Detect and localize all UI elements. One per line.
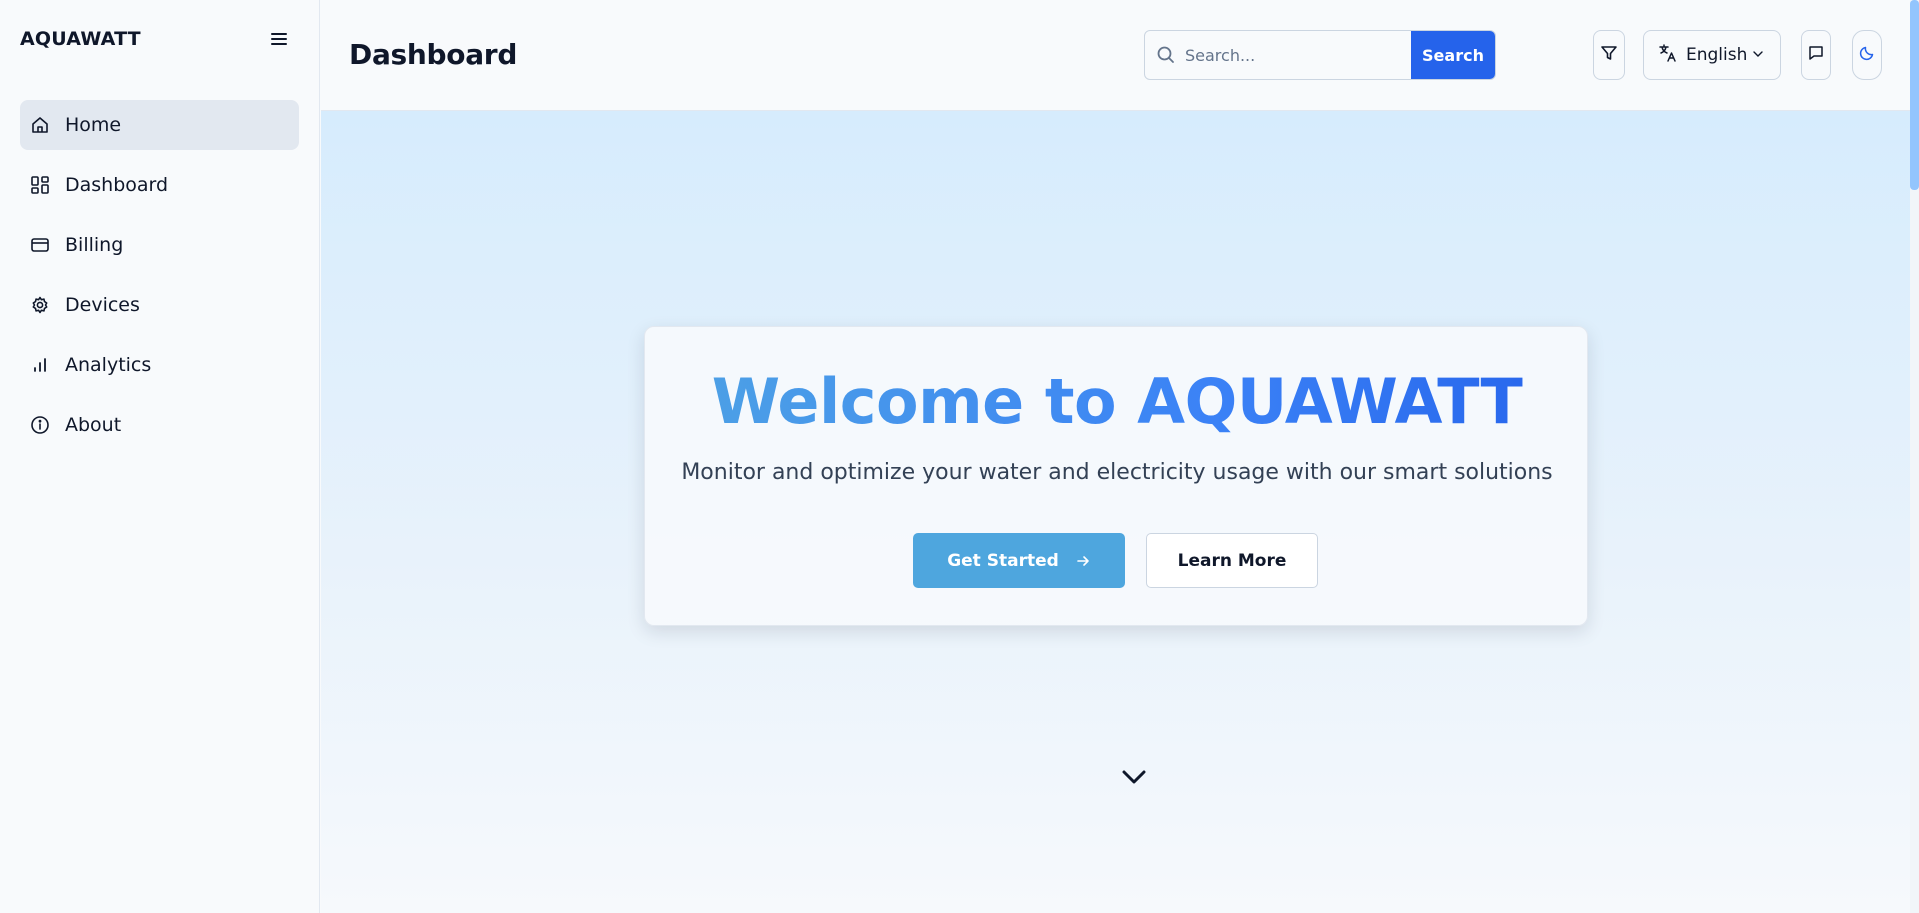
theme-toggle-button[interactable]	[1852, 30, 1882, 80]
sidebar-item-label: Dashboard	[65, 174, 169, 196]
message-icon	[1807, 44, 1825, 66]
sidebar-item-billing[interactable]: Billing	[20, 220, 299, 270]
top-header: Dashboard Search English	[321, 0, 1910, 111]
get-started-button[interactable]: Get Started	[913, 533, 1125, 588]
moon-icon	[1858, 44, 1876, 66]
info-icon	[30, 415, 50, 435]
search-button[interactable]: Search	[1411, 31, 1495, 79]
sidebar-item-devices[interactable]: Devices	[20, 280, 299, 330]
filter-icon	[1600, 44, 1618, 66]
app-root: AQUAWATT Home Dashboard Billing Devices …	[0, 0, 1919, 913]
arrow-right-icon	[1075, 553, 1091, 569]
language-label: English	[1686, 45, 1748, 65]
filter-button[interactable]	[1593, 30, 1625, 80]
search-icon	[1155, 44, 1177, 66]
home-icon	[30, 115, 50, 135]
translate-icon	[1658, 43, 1678, 67]
chevron-down-icon	[1751, 46, 1765, 65]
page-scrollbar[interactable]	[1910, 0, 1919, 913]
search-bar: Search	[1144, 30, 1496, 80]
sidebar-item-analytics[interactable]: Analytics	[20, 340, 299, 390]
brand-logo[interactable]: AQUAWATT	[20, 28, 141, 50]
sidebar-item-label: About	[65, 414, 122, 436]
page-title: Dashboard	[349, 38, 518, 71]
bar-chart-icon	[30, 355, 50, 375]
learn-more-button[interactable]: Learn More	[1146, 533, 1318, 588]
sidebar: AQUAWATT Home Dashboard Billing Devices …	[0, 0, 320, 913]
sidebar-item-label: Home	[65, 114, 122, 136]
hero-card: Welcome to AQUAWATT Monitor and optimize…	[644, 326, 1588, 626]
sidebar-item-home[interactable]: Home	[20, 100, 299, 150]
scroll-down-chevron-icon[interactable]	[1119, 765, 1149, 789]
hero-subtitle: Monitor and optimize your water and elec…	[681, 460, 1553, 485]
main-content: Welcome to AQUAWATT Monitor and optimize…	[321, 111, 1910, 913]
sidebar-item-label: Devices	[65, 294, 140, 316]
sidebar-item-about[interactable]: About	[20, 400, 299, 450]
sidebar-item-label: Billing	[65, 234, 124, 256]
get-started-label: Get Started	[947, 550, 1059, 571]
messages-button[interactable]	[1801, 30, 1831, 80]
language-select[interactable]: English	[1643, 30, 1781, 80]
search-input[interactable]	[1185, 31, 1425, 79]
dashboard-icon	[30, 175, 50, 195]
hero-title: Welcome to AQUAWATT	[645, 365, 1589, 438]
sidebar-nav: Home Dashboard Billing Devices Analytics…	[20, 100, 299, 460]
hamburger-menu-icon[interactable]	[268, 28, 290, 50]
credit-card-icon	[30, 235, 50, 255]
gear-icon	[30, 295, 50, 315]
sidebar-item-dashboard[interactable]: Dashboard	[20, 160, 299, 210]
sidebar-item-label: Analytics	[65, 354, 152, 376]
scrollbar-thumb[interactable]	[1910, 0, 1919, 190]
